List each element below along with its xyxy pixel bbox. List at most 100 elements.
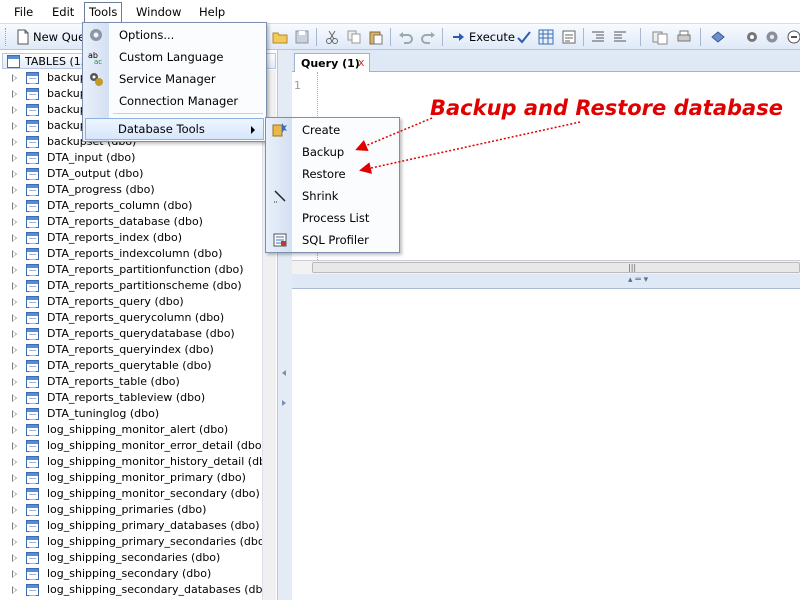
expand-arrow-icon[interactable] [12, 474, 17, 482]
tree-row[interactable]: DTA_reports_table (dbo) [0, 374, 270, 390]
tree-row[interactable]: DTA_reports_indexcolumn (dbo) [0, 246, 270, 262]
expand-arrow-icon[interactable] [12, 554, 17, 562]
menu-item-options[interactable]: Options... [85, 24, 264, 46]
menu-item-backup[interactable]: Backup [266, 141, 399, 163]
expand-arrow-icon[interactable] [12, 394, 17, 402]
menu-item-process-list[interactable]: Process List [266, 207, 399, 229]
expand-arrow-icon[interactable] [12, 234, 17, 242]
tree-row[interactable]: log_shipping_primary_databases (dbo) [0, 518, 270, 534]
expand-arrow-icon[interactable] [12, 330, 17, 338]
indent-icon[interactable] [590, 29, 606, 45]
expand-arrow-icon[interactable] [12, 378, 17, 386]
menu-item-sql-profiler[interactable]: SQL Profiler [266, 229, 399, 251]
undo-icon[interactable] [398, 29, 414, 45]
tree-row[interactable]: log_shipping_primary_secondaries (dbo) [0, 534, 270, 550]
tree-row[interactable]: DTA_reports_partitionscheme (dbo) [0, 278, 270, 294]
cut-icon[interactable] [324, 29, 340, 45]
tree-row[interactable]: DTA_reports_querydatabase (dbo) [0, 326, 270, 342]
check-syntax-icon[interactable] [516, 29, 532, 45]
expand-arrow-icon[interactable] [12, 90, 17, 98]
copy-icon[interactable] [346, 29, 362, 45]
toolbar-grip[interactable] [5, 28, 8, 46]
expand-arrow-icon[interactable] [12, 154, 17, 162]
menu-item-restore[interactable]: Restore [266, 163, 399, 185]
tree-row[interactable]: log_shipping_monitor_alert (dbo) [0, 422, 270, 438]
tree-row[interactable]: DTA_reports_database (dbo) [0, 214, 270, 230]
tree-row[interactable]: log_shipping_primaries (dbo) [0, 502, 270, 518]
tree-row[interactable]: DTA_progress (dbo) [0, 182, 270, 198]
expand-arrow-icon[interactable] [12, 458, 17, 466]
redo-icon[interactable] [420, 29, 436, 45]
execute-button[interactable]: Execute [469, 30, 515, 44]
new-query-button[interactable]: New Que [33, 30, 85, 44]
tree-row[interactable]: log_shipping_monitor_history_detail (dbo [0, 454, 273, 470]
expand-arrow-icon[interactable] [12, 138, 17, 146]
expand-arrow-icon[interactable] [12, 506, 17, 514]
expand-arrow-icon[interactable] [12, 122, 17, 130]
tree-row[interactable]: DTA_tuninglog (dbo) [0, 406, 270, 422]
tree-row[interactable]: log_shipping_secondary (dbo) [0, 566, 270, 582]
expand-arrow-icon[interactable] [12, 538, 17, 546]
tree-row[interactable]: DTA_output (dbo) [0, 166, 270, 182]
tree-row[interactable]: DTA_reports_querytable (dbo) [0, 358, 270, 374]
menu-item-shrink[interactable]: Shrink [266, 185, 399, 207]
expand-arrow-icon[interactable] [12, 346, 17, 354]
print-icon[interactable] [676, 29, 692, 45]
tree-row[interactable]: log_shipping_secondary_databases (dbo) [0, 582, 274, 598]
expand-arrow-icon[interactable] [12, 266, 17, 274]
tree-row[interactable]: DTA_reports_tableview (dbo) [0, 390, 270, 406]
menu-edit[interactable]: Edit [48, 3, 78, 21]
menu-item-connection-manager[interactable]: Connection Manager [85, 90, 264, 112]
service-gear-icon[interactable] [744, 29, 760, 45]
export-icon[interactable] [652, 29, 668, 45]
editor-horizontal-scrollbar[interactable]: ||| [292, 260, 800, 274]
tree-row[interactable]: DTA_reports_query (dbo) [0, 294, 270, 310]
results-splitter[interactable]: ▴ ═ ▾ [292, 274, 800, 288]
tree-row[interactable]: log_shipping_monitor_error_detail (dbo) [0, 438, 270, 454]
outdent-icon[interactable] [612, 29, 628, 45]
expand-arrow-icon[interactable] [12, 74, 17, 82]
expand-arrow-icon[interactable] [12, 170, 17, 178]
open-folder-icon[interactable] [272, 29, 288, 45]
expand-arrow-icon[interactable] [12, 490, 17, 498]
expand-arrow-icon[interactable] [12, 362, 17, 370]
tree-row[interactable]: DTA_reports_partitionfunction (dbo) [0, 262, 270, 278]
paste-icon[interactable] [368, 29, 384, 45]
tree-row[interactable]: log_shipping_secondaries (dbo) [0, 550, 270, 566]
close-tab-icon[interactable]: x [358, 56, 365, 69]
menu-item-service-manager[interactable]: Service Manager [85, 68, 264, 90]
tree-row[interactable]: DTA_reports_column (dbo) [0, 198, 270, 214]
gear-icon[interactable] [764, 29, 780, 45]
save-icon[interactable] [294, 29, 310, 45]
scrollbar-thumb[interactable] [312, 262, 800, 273]
tree-row[interactable]: DTA_reports_index (dbo) [0, 230, 270, 246]
expand-arrow-icon[interactable] [12, 586, 17, 594]
collapse-left-icon[interactable] [282, 370, 286, 376]
expand-arrow-icon[interactable] [12, 442, 17, 450]
tree-row[interactable]: DTA_input (dbo) [0, 150, 270, 166]
menu-item-database-tools[interactable]: Database Tools [85, 118, 264, 140]
menu-help[interactable]: Help [195, 3, 229, 21]
expand-arrow-icon[interactable] [12, 314, 17, 322]
expand-arrow-icon[interactable] [12, 250, 17, 258]
tree-row[interactable]: DTA_reports_queryindex (dbo) [0, 342, 270, 358]
tree-row[interactable]: log_shipping_monitor_primary (dbo) [0, 470, 270, 486]
connection-icon[interactable] [710, 29, 726, 45]
expand-arrow-icon[interactable] [12, 410, 17, 418]
stop-icon[interactable] [786, 29, 800, 45]
expand-arrow-icon[interactable] [12, 282, 17, 290]
menu-file[interactable]: File [10, 3, 37, 21]
expand-arrow-icon[interactable] [12, 218, 17, 226]
expand-arrow-icon[interactable] [12, 106, 17, 114]
text-results-icon[interactable] [561, 29, 577, 45]
grid-results-icon[interactable] [538, 29, 554, 45]
expand-right-icon[interactable] [282, 400, 286, 406]
menu-window[interactable]: Window [132, 3, 185, 21]
menu-item-custom-language[interactable]: ab ac Custom Language [85, 46, 264, 68]
expand-arrow-icon[interactable] [12, 522, 17, 530]
expand-arrow-icon[interactable] [12, 298, 17, 306]
tree-row[interactable]: DTA_reports_querycolumn (dbo) [0, 310, 270, 326]
tab-query-1[interactable]: Query (1) x [294, 53, 370, 73]
expand-arrow-icon[interactable] [12, 202, 17, 210]
menu-tools[interactable]: Tools [84, 2, 123, 22]
